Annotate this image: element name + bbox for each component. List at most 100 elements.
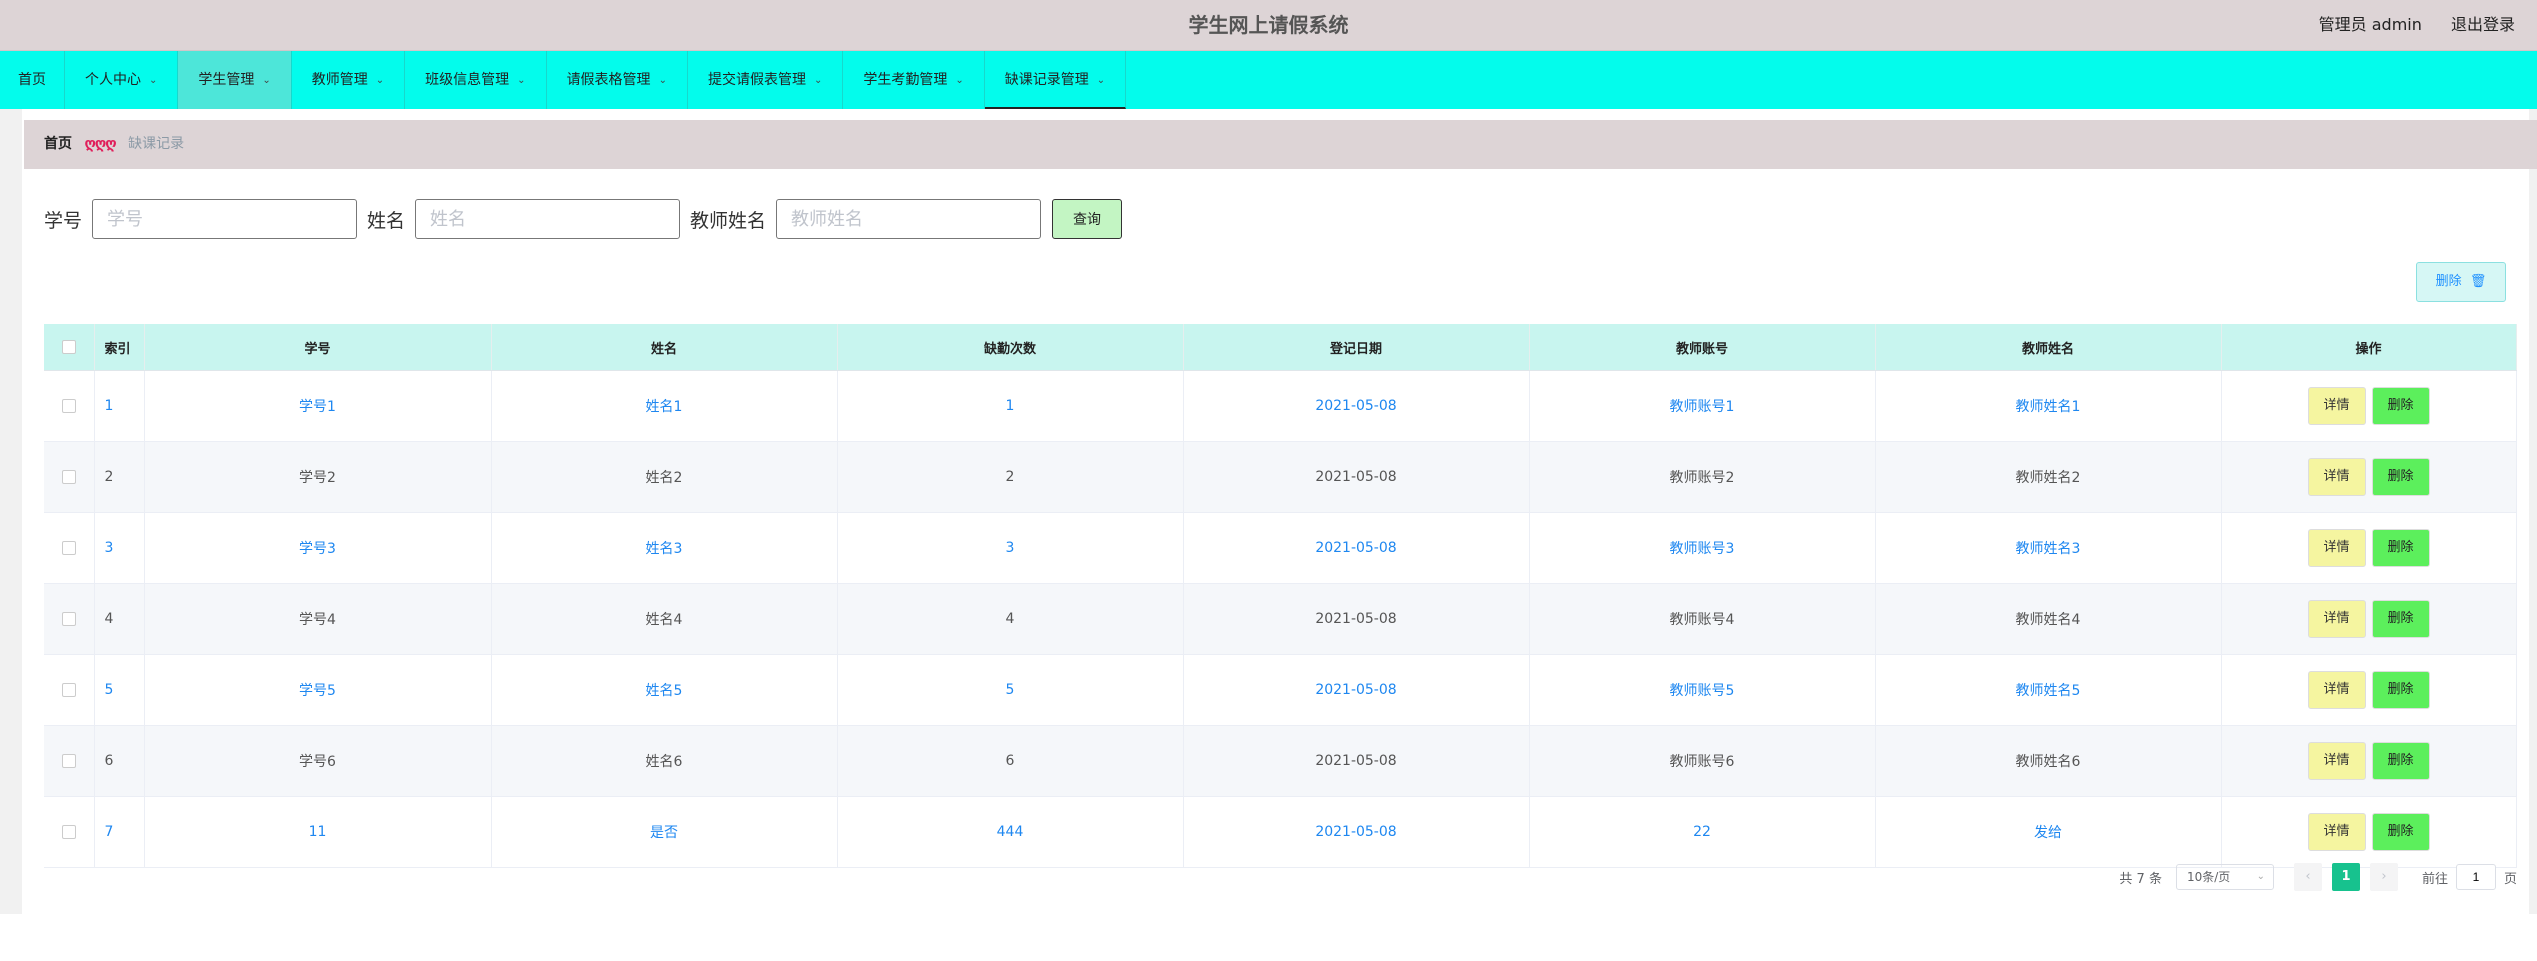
detail-button[interactable]: 详情: [2307, 387, 2366, 425]
cell-student-no: 学号1: [144, 370, 492, 442]
cell-absences: 3: [837, 512, 1184, 584]
cell-actions: 详情 删除: [2221, 796, 2517, 868]
row-checkbox[interactable]: [61, 470, 76, 484]
column-header: 登记日期: [1183, 324, 1530, 371]
select-all-cell: [44, 324, 95, 371]
delete-button[interactable]: 删除: [2371, 742, 2430, 780]
row-checkbox[interactable]: [61, 612, 76, 626]
left-gutter: [0, 109, 22, 914]
next-page-icon[interactable]: ›: [2369, 863, 2398, 891]
nav-item-personal-center[interactable]: 个人中心 ⌄: [65, 51, 179, 109]
detail-button[interactable]: 详情: [2307, 458, 2366, 496]
row-checkbox[interactable]: [61, 399, 76, 413]
breadcrumb: 首页 ღღღ 缺课记录: [24, 120, 2537, 169]
page-number-current[interactable]: 1: [2331, 863, 2360, 891]
page-size-value: 10条/页: [2186, 870, 2231, 884]
app-title: 学生网上请假系统: [1188, 13, 1349, 37]
cell-teacher-name: 教师姓名5: [1875, 654, 2222, 726]
teacher-name-input[interactable]: [776, 199, 1042, 239]
cell-actions: 详情 删除: [2221, 512, 2517, 584]
column-header: 教师姓名: [1875, 324, 2222, 371]
table-row[interactable]: 7 11 是否 444 2021-05-08 22 发给 详情 删除: [44, 796, 2517, 868]
nav-item-class-info-management[interactable]: 班级信息管理 ⌄: [405, 51, 547, 109]
delete-button[interactable]: 删除: [2371, 529, 2430, 567]
table-row[interactable]: 4 学号4 姓名4 4 2021-05-08 教师账号4 教师姓名4 详情 删除: [44, 583, 2517, 655]
cell-actions: 详情 删除: [2221, 654, 2517, 726]
trash-icon: 🗑: [2469, 274, 2487, 289]
table-row[interactable]: 5 学号5 姓名5 5 2021-05-08 教师账号5 教师姓名5 详情 删除: [44, 654, 2517, 726]
prev-page-icon[interactable]: ‹: [2293, 863, 2322, 891]
row-checkbox[interactable]: [61, 683, 76, 697]
breadcrumb-current: 缺课记录: [128, 136, 185, 152]
detail-button[interactable]: 详情: [2307, 742, 2366, 780]
table-row[interactable]: 3 学号3 姓名3 3 2021-05-08 教师账号3 教师姓名3 详情 删除: [44, 512, 2517, 584]
nav-item-student-management[interactable]: 学生管理 ⌄: [178, 51, 292, 109]
delete-button[interactable]: 删除: [2371, 671, 2430, 709]
teacher-name-label: 教师姓名: [690, 209, 767, 232]
name-label: 姓名: [367, 209, 406, 232]
student-no-input[interactable]: [92, 199, 358, 239]
nav-item-leave-form-management[interactable]: 请假表格管理 ⌄: [547, 51, 688, 109]
cell-teacher-name: 教师姓名3: [1875, 512, 2222, 584]
cell-name: 姓名1: [491, 370, 838, 442]
delete-button[interactable]: 删除: [2371, 458, 2430, 496]
delete-button[interactable]: 删除: [2371, 600, 2430, 638]
cell-teacher-name: 教师姓名6: [1875, 725, 2222, 797]
nav-item-submit-leave-management[interactable]: 提交请假表管理 ⌄: [688, 51, 844, 109]
row-select-cell: [44, 441, 95, 513]
cell-index: 6: [94, 725, 145, 797]
nav-item-label: 学生管理: [198, 72, 255, 88]
name-input[interactable]: [415, 199, 681, 239]
page-size-select[interactable]: 10条/页 ⌄: [2175, 864, 2274, 890]
row-select-cell: [44, 654, 95, 726]
nav-item-attendance-management[interactable]: 学生考勤管理 ⌄: [843, 51, 985, 109]
nav-item-label: 个人中心: [85, 72, 141, 88]
nav-item-label: 提交请假表管理: [707, 72, 806, 88]
table-row[interactable]: 2 学号2 姓名2 2 2021-05-08 教师账号2 教师姓名2 详情 删除: [44, 441, 2517, 513]
column-header: 教师账号: [1529, 324, 1876, 371]
row-checkbox[interactable]: [61, 541, 76, 555]
nav-item-label: 学生考勤管理: [863, 72, 948, 88]
table-row[interactable]: 6 学号6 姓名6 6 2021-05-08 教师账号6 教师姓名6 详情 删除: [44, 725, 2517, 797]
logout-link[interactable]: 退出登录: [2451, 15, 2515, 34]
row-checkbox[interactable]: [61, 825, 76, 839]
column-header: 索引: [94, 324, 145, 371]
cell-absences: 2: [837, 441, 1184, 513]
delete-button[interactable]: 删除: [2371, 813, 2430, 851]
nav-item-teacher-management[interactable]: 教师管理 ⌄: [292, 51, 406, 109]
batch-delete-button[interactable]: 删除 🗑: [2416, 262, 2506, 302]
goto-page-input[interactable]: [2455, 864, 2496, 890]
select-all-checkbox[interactable]: [61, 340, 76, 354]
batch-delete-label: 删除: [2435, 274, 2462, 289]
cell-name: 姓名5: [491, 654, 838, 726]
cell-name: 是否: [491, 796, 838, 868]
cell-date: 2021-05-08: [1183, 796, 1530, 868]
nav-item-label: 请假表格管理: [566, 72, 651, 88]
page-suffix: 页: [2503, 871, 2517, 887]
cell-teacher-name: 教师姓名4: [1875, 583, 2222, 655]
cell-teacher-account: 教师账号4: [1529, 583, 1876, 655]
delete-button[interactable]: 删除: [2371, 387, 2430, 425]
nav-item-home[interactable]: 首页: [0, 51, 65, 109]
cell-teacher-name: 教师姓名2: [1875, 441, 2222, 513]
detail-button[interactable]: 详情: [2307, 671, 2366, 709]
cell-teacher-account: 教师账号5: [1529, 654, 1876, 726]
cell-student-no: 学号3: [144, 512, 492, 584]
query-button[interactable]: 查询: [1052, 199, 1123, 239]
cell-absences: 4: [837, 583, 1184, 655]
row-checkbox[interactable]: [61, 754, 76, 768]
detail-button[interactable]: 详情: [2307, 813, 2366, 851]
table-row[interactable]: 1 学号1 姓名1 1 2021-05-08 教师账号1 教师姓名1 详情 删除: [44, 370, 2517, 442]
cell-absences: 444: [837, 796, 1184, 868]
nav-item-absence-record-management[interactable]: 缺课记录管理 ⌄: [984, 51, 1127, 109]
chevron-down-icon: ⌄: [375, 75, 385, 86]
cell-date: 2021-05-08: [1183, 654, 1530, 726]
breadcrumb-home[interactable]: 首页: [44, 136, 72, 152]
goto-label: 前往: [2421, 871, 2448, 887]
cell-name: 姓名4: [491, 583, 838, 655]
detail-button[interactable]: 详情: [2307, 529, 2366, 567]
cell-index: 7: [94, 796, 145, 868]
detail-button[interactable]: 详情: [2307, 600, 2366, 638]
cell-date: 2021-05-08: [1183, 725, 1530, 797]
nav-item-label: 首页: [18, 72, 46, 88]
